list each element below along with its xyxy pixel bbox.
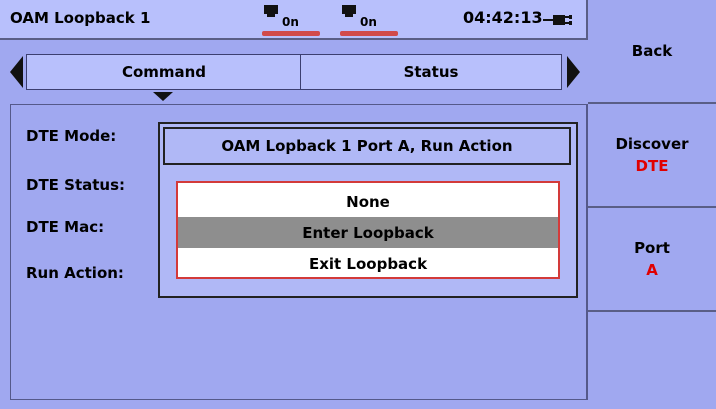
option-enter-loopback[interactable]: Enter Loopback: [178, 217, 558, 248]
port-icon: [342, 5, 356, 17]
port-icon: [264, 5, 278, 17]
arrow-right-icon[interactable]: [567, 56, 580, 88]
port-button[interactable]: Port A: [588, 208, 716, 312]
dte-mac-label: DTE Mac:: [26, 218, 105, 236]
dte-mode-label: DTE Mode:: [26, 127, 117, 145]
port-indicator-2: 0n: [340, 3, 398, 37]
tab-bar: Command Status: [10, 54, 580, 90]
run-action-label: Run Action:: [26, 264, 124, 282]
back-button-label: Back: [631, 42, 673, 60]
empty-softkey[interactable]: [588, 312, 716, 409]
back-button[interactable]: Back: [588, 0, 716, 104]
port-indicator-value: 0n: [282, 15, 299, 29]
tab-command[interactable]: Command: [26, 54, 302, 90]
port-indicator-1: 0n: [262, 3, 320, 37]
run-action-dialog: OAM Lopback 1 Port A, Run Action None En…: [158, 122, 578, 298]
tab-command-label: Command: [121, 63, 207, 81]
discover-dte-button[interactable]: Discover DTE: [588, 104, 716, 208]
arrow-left-icon[interactable]: [10, 56, 23, 88]
title-bar: OAM Loopback 1 0n 0n 04:42:13: [0, 0, 588, 40]
window-title: OAM Loopback 1: [10, 9, 151, 27]
port-indicator-bar: [262, 31, 320, 36]
option-exit-loopback[interactable]: Exit Loopback: [178, 248, 558, 279]
softkey-panel: Back Discover DTE Port A: [588, 0, 716, 409]
tab-status-label: Status: [403, 63, 459, 81]
dte-status-label: DTE Status:: [26, 176, 126, 194]
discover-button-value: DTE: [635, 157, 669, 175]
selected-tab-pointer-icon: [153, 92, 173, 101]
port-indicator-bar: [340, 31, 398, 36]
option-list: None Enter Loopback Exit Loopback: [176, 181, 560, 279]
option-none[interactable]: None: [178, 186, 558, 217]
tab-status[interactable]: Status: [300, 54, 562, 90]
dialog-title: OAM Lopback 1 Port A, Run Action: [163, 127, 571, 165]
power-plug-icon: [543, 15, 572, 25]
port-button-label: Port: [634, 239, 670, 257]
discover-button-label: Discover: [615, 135, 689, 153]
port-indicator-value: 0n: [360, 15, 377, 29]
clock: 04:42:13: [463, 8, 543, 27]
port-button-value: A: [646, 261, 658, 279]
